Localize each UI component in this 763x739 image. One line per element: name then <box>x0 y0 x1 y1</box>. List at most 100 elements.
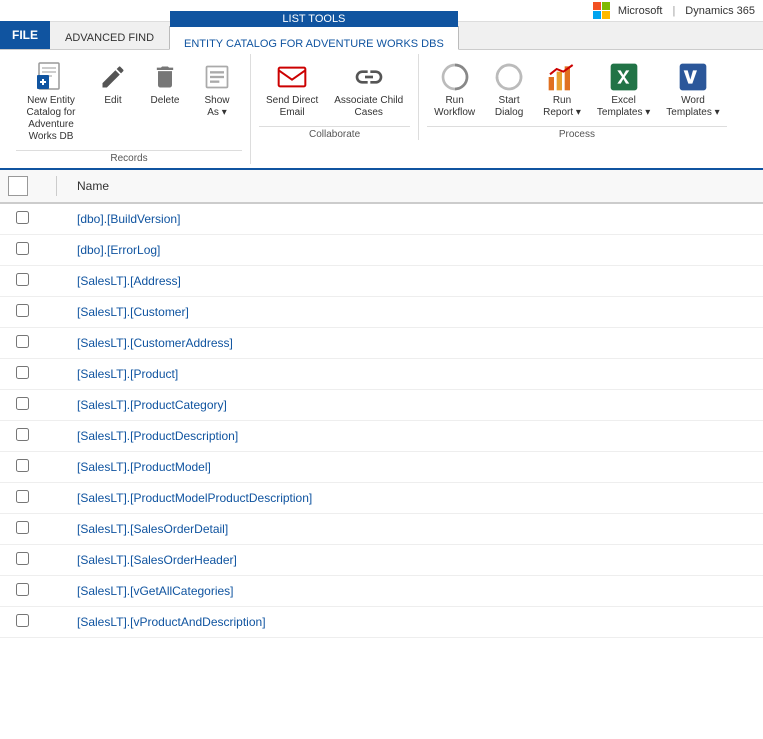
entity-name-link[interactable]: [dbo].[ErrorLog] <box>77 243 160 257</box>
entity-name-link[interactable]: [SalesLT].[Product] <box>77 367 178 381</box>
table-row[interactable]: [SalesLT].[CustomerAddress] <box>0 328 763 359</box>
associate-label: Associate ChildCases <box>334 95 403 119</box>
table-row[interactable]: [SalesLT].[ProductModelProductDescriptio… <box>0 483 763 514</box>
show-as-button[interactable]: ShowAs ▾ <box>192 56 242 124</box>
new-entity-icon <box>35 61 67 93</box>
show-as-icon <box>201 61 233 93</box>
entity-name-link[interactable]: [SalesLT].[ProductModelProductDescriptio… <box>77 491 312 505</box>
entity-name-link[interactable]: [SalesLT].[ProductModel] <box>77 460 211 474</box>
entity-name-link[interactable]: [SalesLT].[CustomerAddress] <box>77 336 233 350</box>
start-dialog-button[interactable]: StartDialog <box>484 56 534 124</box>
row-checkbox[interactable] <box>16 366 29 379</box>
excel-templates-button[interactable]: ExcelTemplates ▾ <box>590 56 657 124</box>
start-dialog-icon <box>493 61 525 93</box>
row-checkbox[interactable] <box>16 490 29 503</box>
collaborate-group-label: Collaborate <box>259 126 410 140</box>
records-buttons: New Entity Catalog for Adventure Works D… <box>16 54 242 148</box>
microsoft-logo: Microsoft | Dynamics 365 <box>593 2 755 19</box>
tab-file[interactable]: FILE <box>0 21 50 49</box>
word-templates-button[interactable]: WordTemplates ▾ <box>659 56 726 124</box>
run-workflow-icon <box>439 61 471 93</box>
associate-child-cases-button[interactable]: Associate ChildCases <box>327 56 410 124</box>
edit-label: Edit <box>104 95 121 107</box>
row-checkbox[interactable] <box>16 614 29 627</box>
word-icon <box>677 61 709 93</box>
entity-name-link[interactable]: [SalesLT].[Address] <box>77 274 181 288</box>
process-buttons: RunWorkflow StartDialog <box>427 54 727 124</box>
row-checkbox[interactable] <box>16 552 29 565</box>
new-entity-button[interactable]: New Entity Catalog for Adventure Works D… <box>16 56 86 148</box>
table-row[interactable]: [SalesLT].[ProductDescription] <box>0 421 763 452</box>
run-workflow-label: RunWorkflow <box>434 95 475 119</box>
name-column-header: Name <box>77 179 109 193</box>
table-row[interactable]: [dbo].[ErrorLog] <box>0 235 763 266</box>
table-row[interactable]: [SalesLT].[vGetAllCategories] <box>0 576 763 607</box>
table-row[interactable]: [SalesLT].[ProductCategory] <box>0 390 763 421</box>
row-checkbox[interactable] <box>16 273 29 286</box>
run-report-label: RunReport ▾ <box>543 95 581 119</box>
row-checkbox[interactable] <box>16 459 29 472</box>
entity-name-link[interactable]: [SalesLT].[ProductDescription] <box>77 429 238 443</box>
separator: | <box>672 5 675 17</box>
grid-content-area: Name [dbo].[BuildVersion] [dbo].[ErrorLog… <box>0 170 763 739</box>
table-row[interactable]: [SalesLT].[Customer] <box>0 297 763 328</box>
table-row[interactable]: [SalesLT].[Address] <box>0 266 763 297</box>
entity-name-link[interactable]: [SalesLT].[vProductAndDescription] <box>77 615 266 629</box>
row-checkbox[interactable] <box>16 304 29 317</box>
entity-name-link[interactable]: [SalesLT].[ProductCategory] <box>77 398 227 412</box>
table-row[interactable]: [dbo].[BuildVersion] <box>0 203 763 235</box>
microsoft-label: Microsoft <box>618 5 663 17</box>
associate-icon <box>353 61 385 93</box>
records-group-label: Records <box>16 150 242 164</box>
run-workflow-button[interactable]: RunWorkflow <box>427 56 482 124</box>
edit-icon <box>97 61 129 93</box>
ribbon-group-process: RunWorkflow StartDialog <box>419 54 735 140</box>
start-dialog-label: StartDialog <box>495 95 523 119</box>
send-email-icon <box>276 61 308 93</box>
delete-button[interactable]: Delete <box>140 56 190 112</box>
entity-name-link[interactable]: [SalesLT].[Customer] <box>77 305 189 319</box>
run-report-icon <box>546 61 578 93</box>
row-checkbox[interactable] <box>16 242 29 255</box>
delete-label: Delete <box>151 95 180 107</box>
excel-icon <box>608 61 640 93</box>
run-report-button[interactable]: RunReport ▾ <box>536 56 588 124</box>
show-as-label: ShowAs ▾ <box>204 95 229 119</box>
excel-label: ExcelTemplates ▾ <box>597 95 650 119</box>
delete-icon <box>149 61 181 93</box>
ribbon: New Entity Catalog for Adventure Works D… <box>0 50 763 170</box>
entity-catalog-tab-label: ENTITY CATALOG FOR ADVENTURE WORKS DBS <box>184 38 444 50</box>
row-checkbox[interactable] <box>16 211 29 224</box>
row-checkbox[interactable] <box>16 335 29 348</box>
table-row[interactable]: [SalesLT].[vProductAndDescription] <box>0 607 763 638</box>
tab-entity-catalog[interactable]: LIST TOOLS ENTITY CATALOG FOR ADVENTURE … <box>169 26 459 50</box>
entity-name-link[interactable]: [SalesLT].[SalesOrderHeader] <box>77 553 237 567</box>
table-row[interactable]: [SalesLT].[SalesOrderDetail] <box>0 514 763 545</box>
entity-name-link[interactable]: [dbo].[BuildVersion] <box>77 212 180 226</box>
table-row[interactable]: [SalesLT].[ProductModel] <box>0 452 763 483</box>
select-all-checkbox[interactable] <box>8 176 28 196</box>
row-checkbox[interactable] <box>16 397 29 410</box>
list-tools-label: LIST TOOLS <box>170 11 458 27</box>
collaborate-buttons: Send DirectEmail Associate ChildCases <box>259 54 410 124</box>
word-label: WordTemplates ▾ <box>666 95 719 119</box>
entity-name-link[interactable]: [SalesLT].[vGetAllCategories] <box>77 584 234 598</box>
ms-grid-icon <box>593 2 610 19</box>
column-divider <box>56 176 57 196</box>
table-row[interactable]: [SalesLT].[Product] <box>0 359 763 390</box>
row-checkbox[interactable] <box>16 428 29 441</box>
send-email-label: Send DirectEmail <box>266 95 318 119</box>
table-row[interactable]: [SalesLT].[SalesOrderHeader] <box>0 545 763 576</box>
process-group-label: Process <box>427 126 727 140</box>
ribbon-tabs-row: FILE ADVANCED FIND LIST TOOLS ENTITY CAT… <box>0 22 763 50</box>
new-entity-label: New Entity Catalog for Adventure Works D… <box>23 95 79 143</box>
row-checkbox[interactable] <box>16 583 29 596</box>
edit-button[interactable]: Edit <box>88 56 138 112</box>
ribbon-group-collaborate: Send DirectEmail Associate ChildCases Co… <box>251 54 419 140</box>
row-checkbox[interactable] <box>16 521 29 534</box>
entity-grid: Name [dbo].[BuildVersion] [dbo].[ErrorLog… <box>0 170 763 638</box>
tab-advanced-find[interactable]: ADVANCED FIND <box>50 25 169 49</box>
dynamics-label: Dynamics 365 <box>685 5 755 17</box>
send-direct-email-button[interactable]: Send DirectEmail <box>259 56 325 124</box>
entity-name-link[interactable]: [SalesLT].[SalesOrderDetail] <box>77 522 228 536</box>
